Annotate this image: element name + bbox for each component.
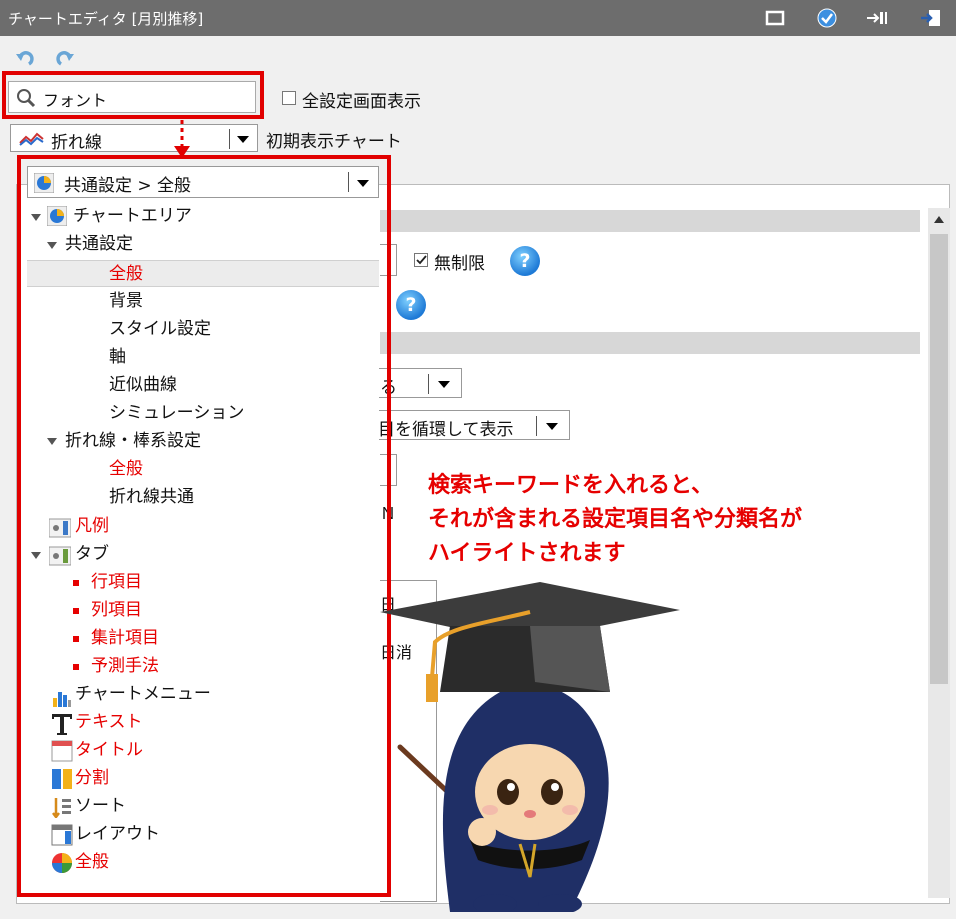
exit-icon[interactable]: [920, 8, 942, 28]
scroll-thumb[interactable]: [930, 234, 948, 684]
show-all-settings-label: 全設定画面表示: [302, 92, 421, 112]
annotation-line-3: ハイライトされます: [428, 541, 626, 566]
title-bar: チャートエディタ [月別推移]: [0, 0, 956, 36]
redo-icon[interactable]: [56, 50, 76, 70]
help-icon[interactable]: ?: [510, 246, 540, 276]
pin-icon[interactable]: [866, 8, 888, 28]
line-chart-icon: [19, 132, 44, 146]
unlimited-checkbox[interactable]: [414, 253, 428, 267]
mascot-illustration: [380, 582, 680, 912]
chevron-down-icon: [237, 136, 249, 143]
unlimited-label: 無制限: [434, 254, 485, 274]
scrollbar[interactable]: [928, 208, 950, 898]
annotation-line-1: 検索キーワードを入れると、: [428, 473, 714, 498]
chart-type-label: 初期表示チャート: [266, 132, 402, 152]
chart-type-value: 折れ線: [51, 133, 102, 153]
check-icon: [416, 255, 427, 265]
confirm-icon[interactable]: [816, 8, 838, 28]
search-highlight-frame: [2, 71, 264, 119]
chevron-down-icon-3: [546, 423, 558, 430]
section-header-1: [380, 210, 920, 232]
scroll-up-icon[interactable]: [934, 216, 944, 223]
section-header-2: [380, 332, 920, 354]
show-all-settings-checkbox[interactable]: [282, 91, 296, 105]
partial-select-2-value: 目を循環して表示: [378, 420, 514, 440]
combo-separator-3: [536, 416, 537, 436]
chevron-down-icon-2: [438, 381, 450, 388]
chart-type-select[interactable]: 折れ線: [10, 124, 258, 153]
tree-highlight-frame: [17, 155, 391, 897]
partial-select-2[interactable]: 目を循環して表示: [378, 410, 570, 440]
annotation-line-2: それが含まれる設定項目名や分類名が: [428, 507, 803, 532]
maximize-icon[interactable]: [764, 8, 786, 28]
combo-separator-2: [428, 374, 429, 394]
undo-icon[interactable]: [14, 50, 34, 70]
window-title: チャートエディタ [月別推移]: [8, 10, 204, 28]
connector-arrow: [174, 120, 190, 158]
combo-separator: [229, 129, 230, 149]
help-icon-2[interactable]: ?: [396, 290, 426, 320]
